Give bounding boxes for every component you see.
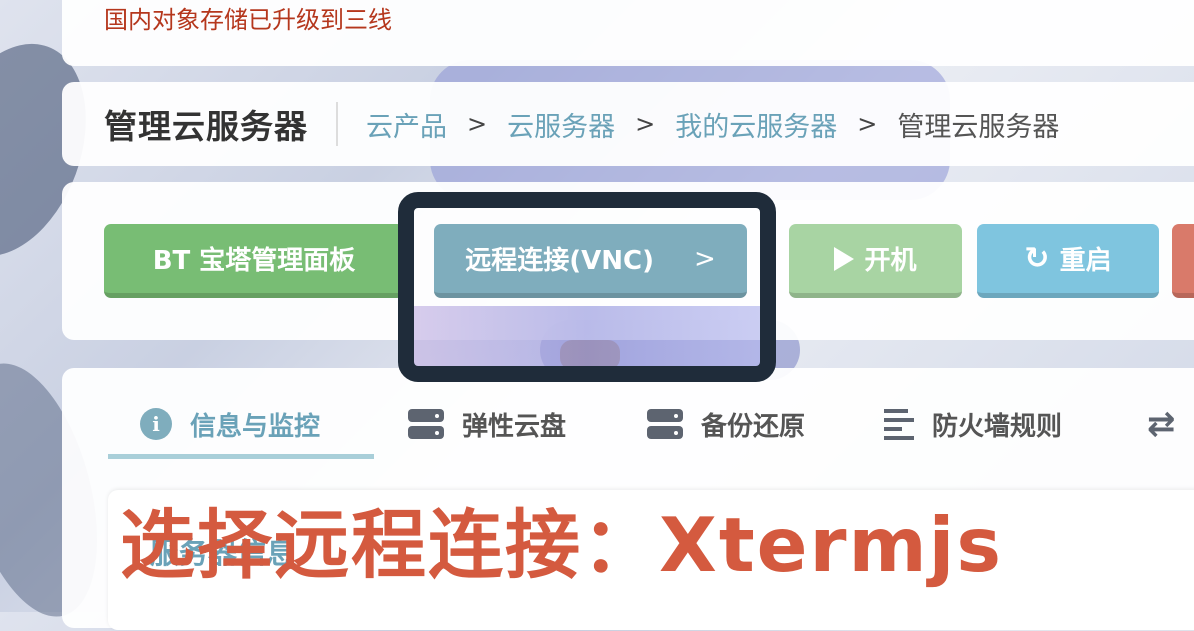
info-icon: i — [140, 408, 172, 440]
bt-panel-label: BT 宝塔管理面板 — [152, 246, 356, 276]
stop-button[interactable] — [1172, 224, 1194, 298]
start-label: 开机 — [864, 246, 917, 276]
tab-firewall-rules[interactable]: 防火墙规则 — [884, 396, 1062, 452]
refresh-icon: ↻ — [1024, 241, 1050, 276]
page-header: 管理云服务器 云产品 > 云服务器 > 我的云服务器 > 管理云服务器 — [62, 82, 1194, 166]
breadcrumb-separator: > — [467, 110, 488, 138]
page-title: 管理云服务器 — [104, 107, 308, 146]
tab-info-monitor[interactable]: i 信息与监控 — [140, 396, 320, 452]
restart-label: 重启 — [1059, 246, 1112, 276]
breadcrumb-separator: > — [635, 110, 656, 138]
breadcrumb-separator: > — [857, 110, 878, 138]
header-divider — [336, 102, 338, 146]
tab-label: 备份还原 — [701, 411, 806, 442]
tab-more[interactable]: ⇄ — [1147, 396, 1176, 452]
breadcrumb-item-cloud-products[interactable]: 云产品 — [366, 105, 447, 144]
breadcrumb-item-cloud-servers[interactable]: 云服务器 — [507, 105, 615, 144]
active-tab-indicator — [108, 454, 374, 459]
tab-label: 信息与监控 — [190, 411, 321, 442]
breadcrumb-item-my-servers[interactable]: 我的云服务器 — [675, 105, 837, 144]
list-icon — [884, 408, 914, 440]
notice-card: 国内对象存储已升级到三线 — [62, 0, 1194, 66]
play-icon — [834, 246, 855, 271]
tab-label: 弹性云盘 — [462, 411, 567, 442]
highlight-box — [398, 192, 776, 382]
drive-icon — [408, 409, 444, 439]
bt-panel-button[interactable]: BT 宝塔管理面板 — [104, 224, 404, 298]
breadcrumb-item-current: 管理云服务器 — [897, 111, 1060, 143]
tab-backup-restore[interactable]: 备份还原 — [647, 396, 805, 452]
drive-icon — [647, 409, 683, 439]
restart-button[interactable]: ↻ 重启 — [977, 224, 1159, 298]
tab-label: 防火墙规则 — [932, 411, 1063, 442]
start-button[interactable]: 开机 — [789, 224, 962, 298]
notice-text[interactable]: 国内对象存储已升级到三线 — [104, 0, 392, 35]
tab-elastic-disk[interactable]: 弹性云盘 — [408, 396, 566, 452]
annotation-caption: 选择远程连接：Xtermjs — [120, 501, 1004, 589]
breadcrumb: 云产品 > 云服务器 > 我的云服务器 > 管理云服务器 — [366, 105, 1059, 144]
swap-icon: ⇄ — [1147, 404, 1176, 444]
